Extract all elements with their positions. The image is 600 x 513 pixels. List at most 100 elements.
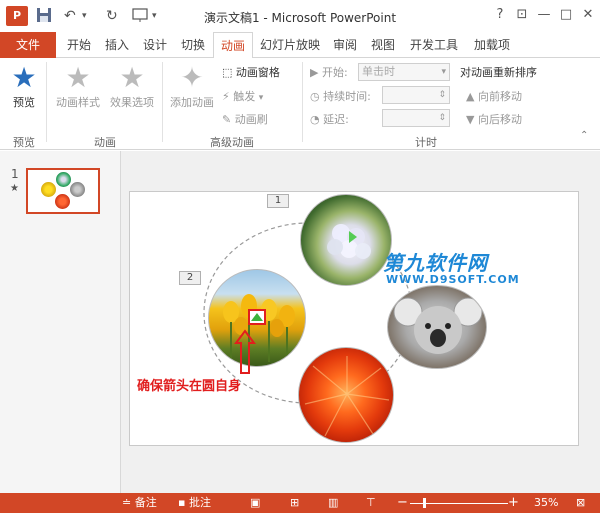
main-area: 1 ★ 1 2 第九软件网 WWW.D9SOFT.COM 确保箭头在圆自身 [0, 151, 600, 493]
animation-styles-button[interactable]: ★ 动画样式 [52, 62, 104, 110]
animation-pane-label: 动画窗格 [235, 66, 280, 79]
hydrangea-petals-icon [327, 224, 371, 259]
animation-painter-button[interactable]: ✎ 动画刷 [222, 111, 268, 127]
animation-order-tag-1[interactable]: 1 [267, 194, 289, 208]
help-icon[interactable]: ? [490, 6, 510, 24]
tab-animations[interactable]: 动画 [213, 32, 253, 59]
group-label-advanced-animation: 高级动画 [210, 136, 254, 149]
slide-editing-canvas: 1 2 第九软件网 WWW.D9SOFT.COM 确保箭头在圆自身 [121, 151, 600, 493]
trigger-icon: ⚡ [222, 90, 230, 103]
slide-thumbnail[interactable] [26, 168, 100, 214]
notes-icon: ≐ [122, 496, 132, 509]
animation-painter-icon: ✎ [222, 113, 232, 126]
add-animation-button[interactable]: ✦ 添加动画 [166, 62, 218, 110]
green-arrow-icon [251, 313, 263, 321]
motion-path-start-marker[interactable] [248, 309, 266, 325]
maximize-icon[interactable]: □ [556, 6, 576, 24]
tab-file[interactable]: 文件 [0, 32, 56, 58]
tab-transitions[interactable]: 切换 [176, 32, 210, 58]
effect-options-label: 效果选项 [110, 96, 154, 109]
trigger-button[interactable]: ⚡ 触发 ▾ [222, 88, 263, 104]
preview-star-icon: ★ [11, 61, 37, 94]
fit-slide-icon[interactable]: ⊠ [576, 495, 585, 511]
start-icon: ▶ [310, 66, 319, 79]
ribbon-display-options-icon[interactable]: ⊡ [512, 6, 532, 24]
animation-pane-icon: ⬚ [222, 66, 233, 79]
tab-home[interactable]: 开始 [62, 32, 96, 58]
koala-face-icon [393, 297, 483, 354]
tab-review[interactable]: 审阅 [328, 32, 362, 58]
tab-design[interactable]: 设计 [138, 32, 172, 58]
effect-options-button[interactable]: ★ 效果选项 [106, 62, 158, 110]
zoom-in-button[interactable]: + [508, 495, 519, 511]
reorder-animation-title: 对动画重新排序 [460, 66, 537, 79]
group-divider [302, 62, 303, 142]
add-animation-label: 添加动画 [170, 96, 214, 109]
thumb-koala-image [70, 182, 85, 197]
start-label: ▶ 开始: [310, 66, 348, 79]
delay-spinner-icon: ⇕ [438, 113, 446, 123]
title-bar: P ↶ ▾ ↻ ▾ 演示文稿1 - Microsoft PowerPoint ?… [0, 0, 600, 32]
zoom-slider-thumb[interactable] [422, 498, 426, 508]
chrysanthemum-petals-icon [304, 356, 390, 437]
clock-icon: ◷ [310, 90, 320, 103]
koala-image[interactable] [387, 285, 487, 369]
watermark-url: WWW.D9SOFT.COM [386, 273, 520, 286]
add-animation-star-icon: ✦ [180, 61, 204, 94]
minimize-icon[interactable]: — [534, 6, 554, 24]
delay-input[interactable]: ⇕ [382, 109, 450, 127]
close-icon[interactable]: ✕ [578, 6, 598, 24]
animation-styles-label: 动画样式 [56, 96, 100, 109]
group-divider [46, 62, 47, 142]
collapse-ribbon-icon[interactable]: ⌃ [580, 130, 588, 141]
notes-button[interactable]: ≐ 备注 [122, 495, 157, 511]
down-triangle-icon: ▼ [466, 113, 475, 126]
animation-styles-star-icon: ★ [65, 61, 91, 94]
hydrangea-image[interactable] [300, 194, 392, 286]
preview-button[interactable]: ★ 预览 [6, 62, 42, 110]
group-label-animation: 动画 [94, 136, 116, 149]
watermark-logo: 第九软件网 [383, 251, 488, 275]
animation-order-tag-2[interactable]: 2 [179, 271, 201, 285]
thumb-chrysanthemum-image [55, 194, 70, 209]
slide-number: 1 [11, 167, 19, 181]
trigger-label: 触发 [233, 90, 256, 103]
start-dropdown[interactable]: 单击时 ▾ [358, 63, 450, 81]
slideshow-view-icon[interactable]: ⊤ [366, 495, 376, 511]
tab-view[interactable]: 视图 [366, 32, 400, 58]
duration-spinner-icon: ⇕ [438, 90, 446, 100]
status-bar: ≐ 备注 ▪ 批注 ▣ ⊞ ▥ ⊤ − + 35% ⊠ [0, 493, 600, 513]
zoom-level[interactable]: 35% [534, 495, 558, 511]
slide-sorter-view-icon[interactable]: ⊞ [290, 495, 299, 511]
delay-icon: ◔ [310, 113, 320, 126]
reading-view-icon[interactable]: ▥ [328, 495, 338, 511]
zoom-out-button[interactable]: − [397, 495, 408, 511]
thumb-hydrangea-image [56, 172, 71, 187]
effect-options-star-icon: ★ [119, 61, 145, 94]
animation-pane-button[interactable]: ⬚ 动画窗格 [222, 64, 280, 80]
tab-insert[interactable]: 插入 [100, 32, 134, 58]
move-later-button[interactable]: ▼ 向后移动 [466, 111, 522, 127]
tab-slideshow[interactable]: 幻灯片放映 [256, 32, 324, 58]
normal-view-icon[interactable]: ▣ [250, 495, 260, 511]
chrysanthemum-image[interactable] [298, 347, 394, 443]
tab-addins[interactable]: 加载项 [468, 32, 516, 58]
window-title: 演示文稿1 - Microsoft PowerPoint [203, 11, 397, 25]
slide-thumbnail-pane[interactable]: 1 ★ [0, 151, 121, 493]
tab-developer[interactable]: 开发工具 [404, 32, 464, 58]
animation-painter-label: 动画刷 [234, 113, 268, 126]
trigger-dropdown-icon: ▾ [258, 93, 264, 103]
preview-label: 预览 [13, 96, 35, 109]
duration-label: ◷ 持续时间: [310, 90, 371, 103]
ribbon-tab-bar: 文件 开始 插入 设计 切换 动画 幻灯片放映 审阅 视图 开发工具 加载项 [0, 32, 600, 59]
group-divider [162, 62, 163, 142]
ribbon: ★ 预览 预览 ★ 动画样式 ★ 效果选项 动画 ✦ 添加动画 ⬚ 动画窗格 ⚡… [0, 58, 600, 150]
duration-input[interactable]: ⇕ [382, 86, 450, 104]
delay-label: ◔ 延迟: [310, 113, 349, 126]
up-triangle-icon: ▲ [466, 90, 475, 103]
comments-button[interactable]: ▪ 批注 [178, 495, 211, 511]
annotation-callout: 确保箭头在圆自身 [137, 379, 242, 394]
group-label-preview: 预览 [13, 136, 35, 149]
move-earlier-button[interactable]: ▲ 向前移动 [466, 88, 522, 104]
slide[interactable]: 1 2 第九软件网 WWW.D9SOFT.COM 确保箭头在圆自身 [129, 191, 579, 446]
